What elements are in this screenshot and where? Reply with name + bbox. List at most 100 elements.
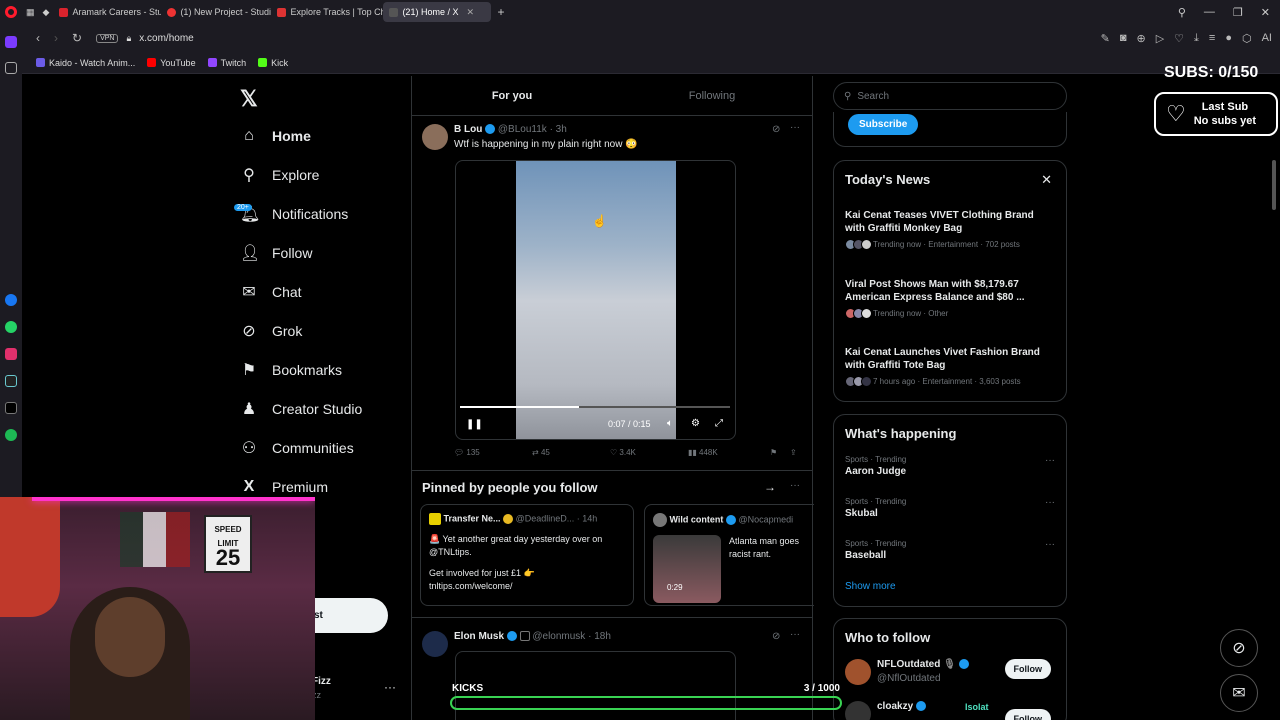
more-icon[interactable]: ··· xyxy=(1045,455,1055,466)
nav-communities[interactable]: ⚇ Communities xyxy=(240,433,354,463)
menu-icon[interactable]: ≡ xyxy=(1209,32,1215,44)
home-icon[interactable] xyxy=(5,36,17,48)
bookmark-youtube[interactable]: YouTube xyxy=(147,58,196,68)
minimize-icon[interactable]: — xyxy=(1204,6,1215,18)
x-app-icon[interactable] xyxy=(5,402,17,414)
search-input[interactable]: ⚲ Search xyxy=(833,82,1067,110)
post-time[interactable]: · 18h xyxy=(588,631,611,642)
subscribe-button[interactable]: Subscribe xyxy=(848,114,919,135)
new-tab-button[interactable]: + xyxy=(491,2,510,22)
close-window-icon[interactable]: ✕ xyxy=(1261,6,1270,19)
video-player[interactable]: ❚❚ 0:07 / 0:15 🔈︎ ⚙ ⤢ xyxy=(455,160,736,440)
follow-button[interactable]: Follow xyxy=(1004,709,1051,720)
repost-button[interactable]: ⇄ 45 xyxy=(532,448,610,457)
grok-post-icon[interactable]: ⊘ xyxy=(772,631,780,642)
bookmark-kick[interactable]: Kick xyxy=(258,58,288,68)
whatsapp-icon[interactable] xyxy=(5,321,17,333)
grok-post-icon[interactable]: ⊘ xyxy=(772,124,780,135)
video-progress[interactable] xyxy=(460,406,730,408)
avatar[interactable] xyxy=(845,659,871,685)
author-handle[interactable]: @BLou11k xyxy=(498,124,547,135)
news-item[interactable]: Kai Cenat Teases VIVET Clothing Brand wi… xyxy=(845,209,1055,250)
tab-aramark[interactable]: Aramark Careers - Student xyxy=(53,2,161,22)
reply-button[interactable]: 💬︎ 135 xyxy=(454,448,532,457)
post[interactable]: B Lou @BLou11k · 3h ⊘ ··· Wtf is happeni… xyxy=(412,116,812,471)
download-icon[interactable]: ⤓ xyxy=(1194,32,1199,45)
volume-icon[interactable]: 🔈︎ xyxy=(667,418,673,429)
profile-icon[interactable]: ● xyxy=(1225,32,1232,44)
more-icon[interactable]: ··· xyxy=(1045,497,1055,508)
x-logo[interactable]: 𝕏 xyxy=(240,86,258,112)
close-icon[interactable]: ✕ xyxy=(1041,172,1052,188)
like-button[interactable]: ♡ 3.4K xyxy=(610,448,688,457)
tab-for-you[interactable]: For you xyxy=(412,76,612,115)
tab-studio[interactable]: (1) New Project - Studio xyxy=(161,2,271,22)
camera-icon[interactable]: ◙ xyxy=(1120,32,1127,44)
cube-icon[interactable]: ⬡ xyxy=(1242,32,1252,45)
arrow-right-icon[interactable]: → xyxy=(764,480,776,494)
tab-pinned[interactable]: ◆ xyxy=(39,2,54,22)
post-button[interactable]: st xyxy=(312,598,388,633)
views-button[interactable]: ▮▮ 448K xyxy=(688,448,770,457)
messenger-icon[interactable] xyxy=(5,294,17,306)
vpn-badge[interactable]: VPN xyxy=(96,33,119,43)
avatar[interactable] xyxy=(422,124,448,150)
author-name[interactable]: Elon Musk xyxy=(454,631,504,642)
page-scrollbar[interactable] xyxy=(1272,160,1276,210)
tab-explore-tracks[interactable]: Explore Tracks | Top Chart xyxy=(271,2,383,22)
nav-notifications[interactable]: 🔔︎ 20+ Notifications xyxy=(234,199,348,229)
pinned-card[interactable]: Transfer Ne... @DeadlineD... · 14h 🚨 Yet… xyxy=(420,504,634,606)
nav-follow[interactable]: 👤︎ Follow xyxy=(240,238,312,268)
tab-menu[interactable]: ▦ xyxy=(22,2,39,22)
author-name[interactable]: Transfer Ne... xyxy=(444,513,501,523)
avatar[interactable] xyxy=(845,701,871,720)
heart-icon[interactable]: ♡ xyxy=(1174,32,1184,45)
grok-float-button[interactable]: ⊘ xyxy=(1220,629,1258,667)
author-handle[interactable]: @elonmusk xyxy=(532,631,585,642)
author-name[interactable]: B Lou xyxy=(454,124,482,135)
news-item[interactable]: Kai Cenat Launches Vivet Fashion Brand w… xyxy=(845,346,1055,387)
extension-icon[interactable]: ⊕ xyxy=(1136,32,1145,45)
nav-grok[interactable]: ⊘ Grok xyxy=(240,316,302,346)
maximize-icon[interactable]: ❐ xyxy=(1233,6,1243,19)
tab-x-home[interactable]: (21) Home / X ✕ xyxy=(383,2,492,22)
share-icon[interactable]: ⇪ xyxy=(790,448,797,457)
search-tabs-icon[interactable]: ⚲ xyxy=(1178,6,1186,19)
follow-suggestion[interactable]: NFLOutdated 🎙︎ @NflOutdated Follow xyxy=(845,657,1063,687)
news-item[interactable]: Viral Post Shows Man with $8,179.67 Amer… xyxy=(845,278,1055,319)
post-time[interactable]: · 3h xyxy=(550,124,567,135)
follow-suggestion[interactable]: cloakzy Follow Isolat xyxy=(845,699,1063,720)
instagram-icon[interactable] xyxy=(5,348,17,360)
fullscreen-icon[interactable]: ⤢ xyxy=(715,418,723,429)
bookmark-twitch[interactable]: Twitch xyxy=(207,58,246,68)
account-more-icon[interactable]: ··· xyxy=(384,680,396,694)
url-field[interactable]: x.com/home xyxy=(139,33,193,44)
nav-bookmarks[interactable]: ⚑ Bookmarks xyxy=(240,355,342,385)
pinned-thumbnail[interactable]: 0:29 xyxy=(653,535,721,603)
tiktok-icon[interactable] xyxy=(5,375,17,387)
trend-item[interactable]: Sports · Trending Baseball ··· xyxy=(845,539,1055,561)
nav-explore[interactable]: ⚲ Explore xyxy=(240,160,319,190)
follow-button[interactable]: Follow xyxy=(1004,659,1051,679)
tab-following[interactable]: Following xyxy=(612,76,812,115)
bookmark-kaido[interactable]: Kaido - Watch Anim... xyxy=(36,58,135,68)
back-icon[interactable]: ‹ xyxy=(36,31,40,45)
play-icon[interactable]: ▷ xyxy=(1156,32,1164,45)
avatar[interactable] xyxy=(422,631,448,657)
more-icon[interactable]: ··· xyxy=(790,480,800,491)
trend-item[interactable]: Sports · Trending Aaron Judge ··· xyxy=(845,455,1055,477)
settings-icon[interactable]: ⚙ xyxy=(691,418,700,429)
close-tab-icon[interactable]: ✕ xyxy=(466,7,474,18)
messages-float-button[interactable]: ✉ xyxy=(1220,674,1258,712)
nav-chat[interactable]: ✉ Chat xyxy=(240,277,301,307)
edit-icon[interactable]: ✎ xyxy=(1101,32,1110,45)
nav-home[interactable]: ⌂ Home xyxy=(240,121,311,151)
reload-icon[interactable]: ↻ xyxy=(72,31,82,45)
opera-logo[interactable] xyxy=(0,0,22,24)
pinned-card[interactable]: Wild content @Nocapmedi 0:29 Atlanta man… xyxy=(644,504,814,606)
forward-icon[interactable]: › xyxy=(54,31,58,45)
spotify-icon[interactable] xyxy=(5,429,17,441)
pause-icon[interactable]: ❚❚ xyxy=(466,419,483,430)
ai-button[interactable]: AI xyxy=(1262,32,1272,44)
star-icon[interactable] xyxy=(5,62,17,74)
